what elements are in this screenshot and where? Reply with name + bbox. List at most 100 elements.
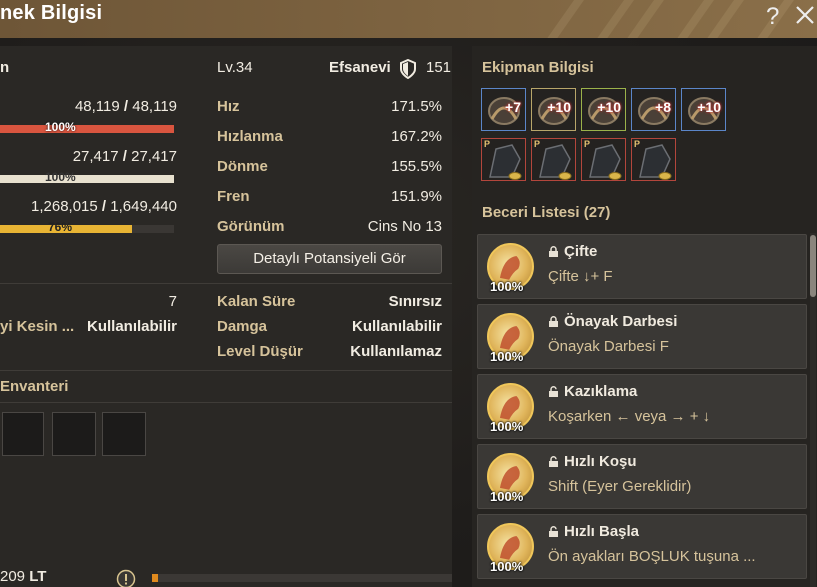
lock-icon <box>549 316 558 327</box>
unlock-icon <box>549 386 558 397</box>
count-value: 7 <box>168 293 177 310</box>
skill-name-text: Hızlı Başla <box>564 523 640 540</box>
skill-name: Kazıklama <box>548 383 637 400</box>
lock-icon <box>549 246 558 257</box>
equipment-slot-reins[interactable]: +8 <box>631 88 676 131</box>
inventory-slot[interactable] <box>2 412 44 456</box>
grade-value: 151 <box>426 59 452 76</box>
skill-command: Çifte ↓+ F <box>548 268 613 285</box>
experience-value: 1,268,015 / 1,649,440 <box>31 198 177 215</box>
equipment-slot-saddle-cloth[interactable]: P <box>581 138 626 181</box>
stamina-bar: 100% <box>0 170 174 184</box>
skill-name-text: Kazıklama <box>564 383 638 400</box>
skill-row[interactable]: 100% Kazıklama Koşarken ← veya → + ↓ <box>477 374 807 439</box>
close-icon <box>796 6 814 24</box>
mount-level: Lv.34 <box>217 59 253 76</box>
skill-command: Ön ayakları BOŞLUK tuşuna ... <box>548 548 756 565</box>
title-bar[interactable]: nek Bilgisi ? <box>0 0 817 38</box>
hp-bar: 100% <box>0 120 174 134</box>
stat-label: Fren <box>217 188 250 205</box>
mount-name: n <box>0 59 10 76</box>
hp-percent: 100% <box>45 120 76 134</box>
skill-command: Shift (Eyer Gereklidir) <box>548 478 692 495</box>
inventory-slot[interactable] <box>52 412 96 456</box>
equipment-slot-stirrup[interactable]: +10 <box>581 88 626 131</box>
hp-value: 48,119 / 48,119 <box>74 98 177 115</box>
info-label: yi Kesin ... <box>0 318 75 335</box>
skill-name: Önayak Darbesi <box>548 313 677 330</box>
scrollbar-thumb[interactable] <box>810 235 816 297</box>
enhance-level: +7 <box>505 99 521 115</box>
weight-progress-bar <box>152 574 452 582</box>
stat-value: 155.5% <box>391 158 442 175</box>
currency-amount: 209 LT <box>0 568 47 585</box>
skill-name-text: Önayak Darbesi <box>564 313 678 330</box>
equipment-slot-head-armor[interactable]: P <box>481 138 526 181</box>
divider <box>0 370 452 371</box>
skill-percent: 100% <box>490 559 524 574</box>
inventory-title: Envanteri <box>0 378 69 395</box>
warning-icon[interactable] <box>116 569 136 587</box>
equipment-slot-leg-armor[interactable]: P <box>631 138 676 181</box>
skill-name: Hızlı Başla <box>548 523 639 540</box>
enhance-level: +8 <box>655 99 671 115</box>
skill-row[interactable]: 100% Hızlı Koşu Shift (Eyer Gereklidir) <box>477 444 807 509</box>
info-status: Kullanılabilir <box>86 318 177 335</box>
stamina-value: 27,417 / 27,417 <box>72 148 177 165</box>
divider <box>0 283 452 284</box>
mount-grade: Efsanevi <box>329 59 391 76</box>
equipment-slot-saddle-armor[interactable]: +7 <box>481 88 526 131</box>
stat-value: 167.2% <box>391 128 442 145</box>
enhance-level: +10 <box>597 99 621 115</box>
equipment-slot-body-armor[interactable]: P <box>531 138 576 181</box>
stat-label: Hızlanma <box>217 128 283 145</box>
window-title: nek Bilgisi <box>0 2 103 24</box>
equipment-title: Ekipman Bilgisi <box>482 59 594 76</box>
premium-tag: P <box>534 139 541 149</box>
skill-command: Koşarken ← veya → + ↓ <box>548 408 711 425</box>
skill-list-title: Beceri Listesi (27) <box>482 204 611 221</box>
experience-bar: 76% <box>0 220 174 234</box>
help-button[interactable]: ? <box>766 3 779 31</box>
skill-command: Önayak Darbesi F <box>548 338 669 355</box>
skill-percent: 100% <box>490 489 524 504</box>
skill-list-scrollbar[interactable] <box>810 233 816 587</box>
unlock-icon <box>549 456 558 467</box>
premium-tag: P <box>484 139 491 149</box>
skill-name-text: Hızlı Koşu <box>564 453 637 470</box>
close-button[interactable] <box>794 2 816 28</box>
enhance-level: +10 <box>697 99 721 115</box>
equipment-slot-horseshoe[interactable]: +10 <box>531 88 576 131</box>
level-down-value: Kullanılamaz <box>350 343 442 360</box>
level-down-label: Level Düşür <box>217 343 303 360</box>
remaining-time-label: Kalan Süre <box>217 293 296 310</box>
skill-name: Çifte <box>548 243 597 260</box>
appearance-value: Cins No 13 <box>367 218 442 235</box>
view-detailed-potential-button[interactable]: Detaylı Potansiyeli Gör <box>217 244 442 274</box>
premium-tag: P <box>584 139 591 149</box>
skill-percent: 100% <box>490 419 524 434</box>
stat-label: Hız <box>217 98 240 115</box>
skill-percent: 100% <box>490 279 524 294</box>
equipment-slot-bridle[interactable]: +10 <box>681 88 726 131</box>
skill-row[interactable]: 100% Hızlı Başla Ön ayakları BOŞLUK tuşuna… <box>477 514 807 579</box>
stat-value: 151.9% <box>391 188 442 205</box>
skill-name-text: Çifte <box>564 243 598 260</box>
stat-value: 171.5% <box>391 98 442 115</box>
skill-row[interactable]: 100% Çifte Çifte ↓+ F <box>477 234 807 299</box>
divider <box>0 402 452 403</box>
inventory-slot[interactable] <box>102 412 146 456</box>
shield-icon <box>400 59 416 79</box>
unlock-icon <box>549 526 558 537</box>
remaining-time-value: Sınırsız <box>388 293 442 310</box>
skill-percent: 100% <box>490 349 524 364</box>
stamp-label: Damga <box>217 318 268 335</box>
skill-name: Hızlı Koşu <box>548 453 637 470</box>
experience-percent: 76% <box>48 220 73 234</box>
stamp-value: Kullanılabilir <box>351 318 442 335</box>
stat-label: Dönme <box>217 158 268 175</box>
premium-tag: P <box>634 139 641 149</box>
skill-row[interactable]: 100% Önayak Darbesi Önayak Darbesi F <box>477 304 807 369</box>
enhance-level: +10 <box>547 99 571 115</box>
stamina-percent: 100% <box>45 170 76 184</box>
